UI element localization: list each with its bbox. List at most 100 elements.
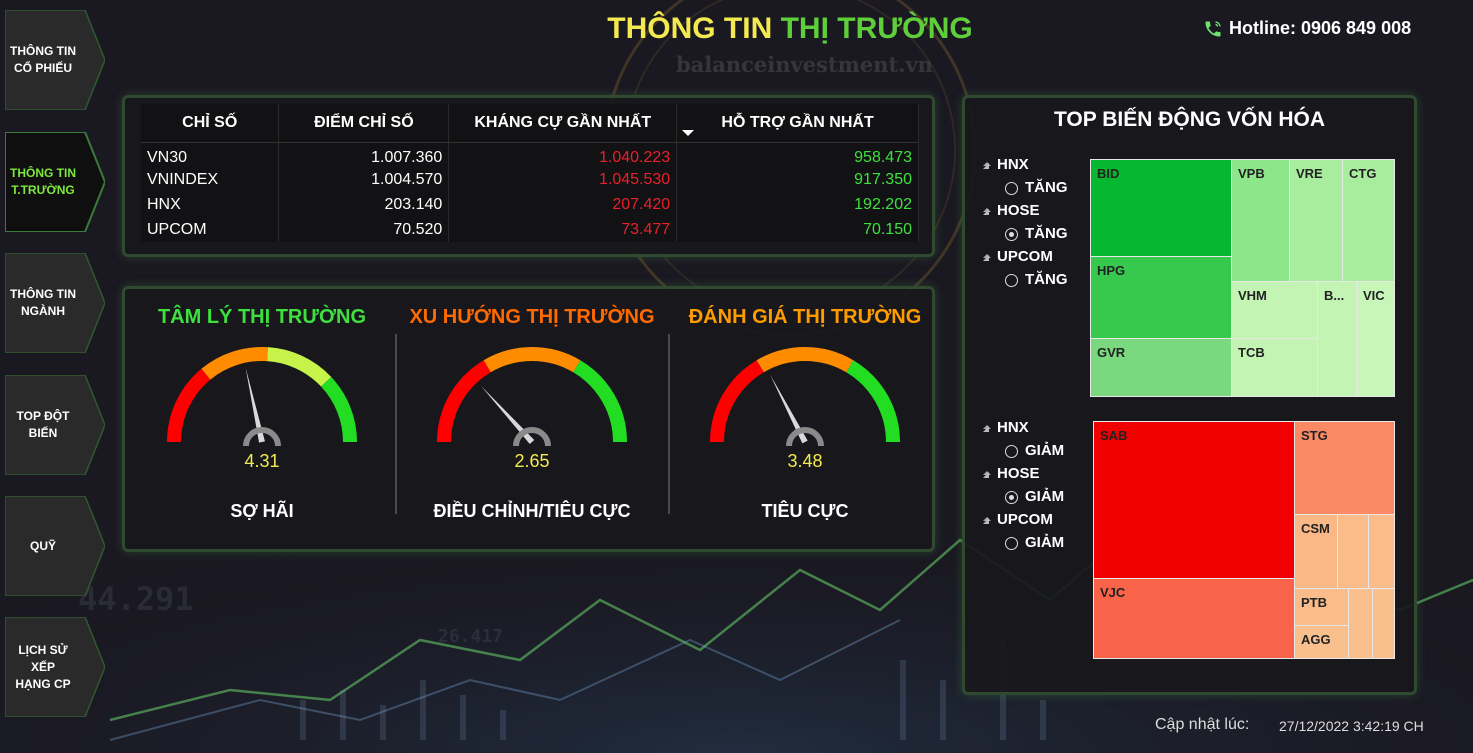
gauge-segment bbox=[167, 368, 211, 443]
tile-hpg[interactable]: HPG bbox=[1090, 256, 1232, 339]
expand-icon bbox=[983, 472, 989, 478]
phone-icon bbox=[1205, 20, 1221, 36]
cell-support: 917.350 bbox=[676, 167, 919, 192]
tile-csm[interactable]: CSM bbox=[1294, 514, 1338, 589]
side-nav: THÔNG TIN CỔ PHIẾU THÔNG TIN T.TRƯỜNG THÔN… bbox=[0, 0, 110, 753]
nav-item-thong-tin-thi-truong[interactable]: THÔNG TIN T.TRƯỜNG bbox=[5, 132, 105, 232]
filter-exchange-hose[interactable]: HOSE bbox=[981, 465, 1081, 488]
nav-item-thong-tin-co-phieu[interactable]: THÔNG TIN CỔ PHIẾU bbox=[5, 10, 105, 110]
radio-hose-giam[interactable]: GIẢM bbox=[981, 488, 1081, 511]
expand-icon bbox=[983, 426, 989, 432]
tile-vhm[interactable]: VHM bbox=[1231, 281, 1318, 339]
col-header-ho-tro[interactable]: HỖ TRỢ GẦN NHẤT bbox=[676, 104, 919, 143]
tile-tcb[interactable]: TCB bbox=[1231, 338, 1318, 397]
tile-small-3[interactable] bbox=[1348, 588, 1373, 659]
nav-item-top-dot-bien[interactable]: TOP ĐỘT BIẾN bbox=[5, 375, 105, 475]
hotline[interactable]: Hotline: 0906 849 008 bbox=[1203, 18, 1411, 39]
cell-resistance: 1.040.223 bbox=[448, 142, 678, 167]
cell-index-name: VNINDEX bbox=[141, 167, 280, 192]
gauge-segment bbox=[437, 360, 491, 443]
radio-icon bbox=[1005, 537, 1018, 550]
col-header-chi-so[interactable]: CHỈ SỐ bbox=[141, 104, 280, 143]
radio-icon bbox=[1005, 445, 1018, 458]
radio-hnx-giam[interactable]: GIẢM bbox=[981, 442, 1081, 465]
table-row: VNINDEX 1.004.570 1.045.530 917.350 bbox=[141, 167, 919, 192]
table-row: HNX 203.140 207.420 192.202 bbox=[141, 192, 919, 217]
nav-label-line1: THÔNG TIN bbox=[10, 166, 76, 180]
cell-support: 192.202 bbox=[676, 192, 919, 217]
watermark: balanceinvestment.vn bbox=[676, 52, 933, 77]
gauge-title: ĐÁNH GIÁ THỊ TRƯỜNG bbox=[688, 306, 922, 328]
cell-resistance: 207.420 bbox=[448, 192, 678, 217]
tile-small-4[interactable] bbox=[1372, 588, 1395, 659]
tile-vic[interactable]: VIC bbox=[1356, 281, 1395, 397]
gauge-segment bbox=[710, 360, 764, 443]
gauge-segment bbox=[483, 347, 581, 373]
index-table-panel: CHỈ SỐ ĐIỂM CHỈ SỐ KHÁNG CỰ GẦN NHẤT HỖ … bbox=[122, 95, 935, 257]
col-header-khang-cu[interactable]: KHÁNG CỰ GẦN NHẤT bbox=[448, 104, 678, 143]
gauge-dial bbox=[437, 347, 627, 447]
cell-points: 70.520 bbox=[278, 217, 450, 242]
cell-points: 1.007.360 bbox=[278, 142, 450, 167]
filter-exchange-hnx[interactable]: HNX bbox=[981, 156, 1081, 179]
tile-vre[interactable]: VRE bbox=[1289, 159, 1343, 282]
cell-points: 1.004.570 bbox=[278, 167, 450, 192]
radio-icon bbox=[1005, 228, 1018, 241]
gauge-segment bbox=[201, 347, 268, 380]
tile-stg[interactable]: STG bbox=[1294, 421, 1395, 515]
sort-desc-icon[interactable] bbox=[682, 130, 694, 136]
updated-time: 27/12/2022 3:42:19 CH bbox=[1279, 718, 1424, 734]
cell-support: 958.473 bbox=[676, 142, 919, 167]
gauge-danh-gia: ĐÁNH GIÁ THỊ TRƯỜNG 3.48 TIÊU CỰC bbox=[670, 289, 940, 555]
gauge-status: SỢ HÃI bbox=[230, 501, 294, 521]
hotline-text: Hotline: 0906 849 008 bbox=[1229, 18, 1412, 38]
gauge-segment bbox=[846, 360, 900, 443]
nav-item-lich-su-xep-hang[interactable]: LỊCH SỬ XẾP HẠNG CP bbox=[5, 617, 105, 717]
tile-sab[interactable]: SAB bbox=[1093, 421, 1295, 579]
tile-vjc[interactable]: VJC bbox=[1093, 578, 1295, 659]
tile-agg[interactable]: AGG bbox=[1294, 625, 1349, 659]
gauge-title: TÂM LÝ THỊ TRƯỜNG bbox=[157, 306, 367, 328]
filter-group-down: HNX GIẢM HOSE GIẢM UPCOM GIẢM bbox=[981, 419, 1081, 557]
nav-item-quy[interactable]: QUỸ bbox=[5, 496, 105, 596]
table-row: UPCOM 70.520 73.477 70.150 bbox=[141, 217, 919, 242]
radio-upcom-giam[interactable]: GIẢM bbox=[981, 534, 1081, 557]
tile-small-1[interactable] bbox=[1337, 514, 1369, 589]
nav-label-line2: T.TRƯỜNG bbox=[11, 183, 75, 197]
radio-upcom-tang[interactable]: TĂNG bbox=[981, 271, 1081, 294]
radio-hnx-tang[interactable]: TĂNG bbox=[981, 179, 1081, 202]
gauge-segment bbox=[266, 347, 332, 387]
col-header-diem-chi-so[interactable]: ĐIỂM CHỈ SỐ bbox=[278, 104, 450, 143]
nav-item-thong-tin-nganh[interactable]: THÔNG TIN NGÀNH bbox=[5, 253, 105, 353]
gauge-tam-ly: TÂM LÝ THỊ TRƯỜNG 4.31 SỢ HÃI bbox=[127, 289, 397, 555]
tile-small-2[interactable] bbox=[1368, 514, 1395, 589]
nav-label-line2: NGÀNH bbox=[21, 304, 65, 318]
expand-icon bbox=[983, 209, 989, 215]
filter-exchange-upcom[interactable]: UPCOM bbox=[981, 248, 1081, 271]
tile-b[interactable]: B... bbox=[1317, 281, 1357, 397]
cell-points: 203.140 bbox=[278, 192, 450, 217]
cell-index-name: VN30 bbox=[141, 142, 280, 167]
filter-exchange-hose[interactable]: HOSE bbox=[981, 202, 1081, 225]
index-table: CHỈ SỐ ĐIỂM CHỈ SỐ KHÁNG CỰ GẦN NHẤT HỖ … bbox=[141, 104, 919, 242]
expand-icon bbox=[983, 255, 989, 261]
tile-vpb[interactable]: VPB bbox=[1231, 159, 1290, 282]
radio-icon bbox=[1005, 274, 1018, 287]
gauge-needle bbox=[480, 385, 535, 445]
gauge-segment bbox=[756, 347, 854, 373]
tile-gvr[interactable]: GVR bbox=[1090, 338, 1232, 397]
radio-hose-tang[interactable]: TĂNG bbox=[981, 225, 1081, 248]
gauge-dial bbox=[710, 347, 900, 447]
filter-group-up: HNX TĂNG HOSE TĂNG UPCOM TĂNG bbox=[981, 156, 1081, 294]
bg-ticker-2: 26.417 bbox=[438, 626, 504, 647]
gauge-title: XU HƯỚNG THỊ TRƯỜNG bbox=[409, 306, 655, 328]
tile-ptb[interactable]: PTB bbox=[1294, 588, 1349, 626]
filter-exchange-hnx[interactable]: HNX bbox=[981, 419, 1081, 442]
expand-icon bbox=[983, 518, 989, 524]
cell-resistance: 73.477 bbox=[448, 217, 678, 242]
tile-ctg[interactable]: CTG bbox=[1342, 159, 1395, 282]
radio-icon bbox=[1005, 491, 1018, 504]
cell-index-name: HNX bbox=[141, 192, 280, 217]
filter-exchange-upcom[interactable]: UPCOM bbox=[981, 511, 1081, 534]
tile-bid[interactable]: BID bbox=[1090, 159, 1232, 257]
